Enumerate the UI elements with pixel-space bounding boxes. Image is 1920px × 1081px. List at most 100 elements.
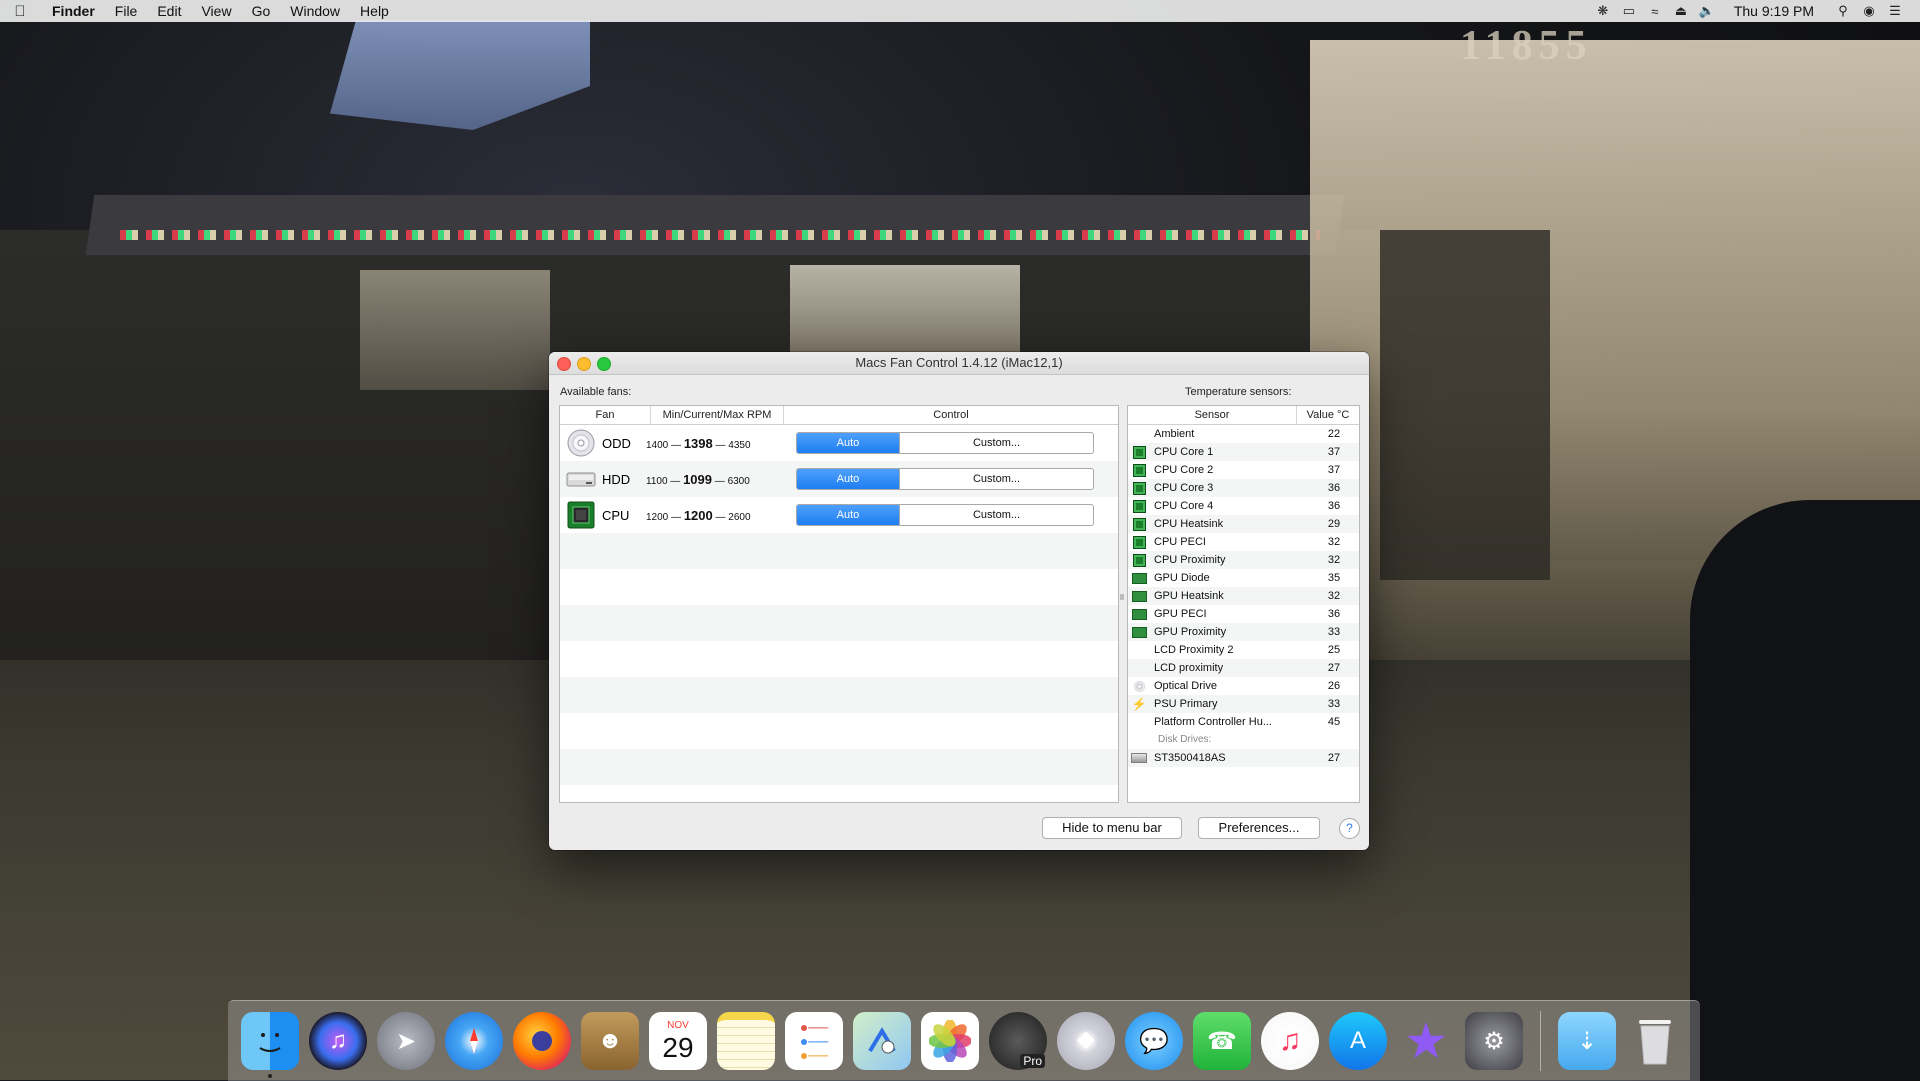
sensor-row[interactable]: LCD proximity 27 bbox=[1128, 659, 1359, 677]
auto-button[interactable]: Auto bbox=[797, 469, 899, 489]
sensor-row[interactable]: CPU Proximity 32 bbox=[1128, 551, 1359, 569]
downloads-folder-icon[interactable]: ⇣ bbox=[1558, 1012, 1616, 1070]
sensors-table: Sensor Value °C Ambient 22 CPU Core 1 37 CPU… bbox=[1127, 405, 1360, 803]
calendar-day: 29 bbox=[662, 1032, 694, 1063]
facetime-icon[interactable]: ☎ bbox=[1193, 1012, 1251, 1070]
fan-control-status-icon[interactable]: ❋ bbox=[1590, 3, 1616, 19]
sensor-row[interactable]: GPU PECI 36 bbox=[1128, 605, 1359, 623]
contacts-book-icon[interactable]: ☻ bbox=[581, 1012, 639, 1070]
sensor-value: 32 bbox=[1327, 536, 1341, 548]
imovie-star-icon[interactable]: ★ bbox=[1397, 1012, 1455, 1070]
menu-clock[interactable]: Thu 9:19 PM bbox=[1720, 3, 1830, 19]
eject-icon[interactable]: ⏏ bbox=[1668, 3, 1694, 19]
menu-window[interactable]: Window bbox=[280, 3, 350, 19]
finder-icon[interactable] bbox=[241, 1012, 299, 1078]
custom-button[interactable]: Custom... bbox=[899, 433, 1093, 453]
zoom-window-button[interactable] bbox=[597, 357, 611, 371]
sensor-value: 33 bbox=[1327, 698, 1341, 710]
photos-icon[interactable] bbox=[921, 1012, 979, 1070]
sensor-row[interactable]: Ambient 22 bbox=[1128, 425, 1359, 443]
header-rpm[interactable]: Min/Current/Max RPM bbox=[651, 406, 784, 424]
spotlight-search-icon[interactable]: ⚲ bbox=[1830, 3, 1856, 19]
menu-help[interactable]: Help bbox=[350, 3, 399, 19]
header-control[interactable]: Control bbox=[784, 406, 1118, 424]
menu-app-name[interactable]: Finder bbox=[40, 3, 105, 19]
header-fan[interactable]: Fan bbox=[560, 406, 651, 424]
sensor-row[interactable]: LCD Proximity 2 25 bbox=[1128, 641, 1359, 659]
sensor-row[interactable]: ⚡ PSU Primary 33 bbox=[1128, 695, 1359, 713]
siri-icon[interactable]: ♫ bbox=[309, 1012, 367, 1070]
sensor-row[interactable]: CPU Core 3 36 bbox=[1128, 479, 1359, 497]
siri-icon[interactable]: ◉ bbox=[1856, 3, 1882, 19]
preferences-button[interactable]: Preferences... bbox=[1198, 817, 1320, 839]
fan-row-hdd[interactable]: HDD 1100 — 1099 — 6300 Auto Custom... bbox=[560, 461, 1118, 497]
split-view-divider-handle[interactable] bbox=[1120, 594, 1124, 600]
sensor-row[interactable]: CPU Core 2 37 bbox=[1128, 461, 1359, 479]
calendar-icon[interactable]: NOV 29 bbox=[649, 1012, 707, 1070]
airplay-icon[interactable]: ▭ bbox=[1616, 3, 1642, 19]
volume-icon[interactable]: 🔈 bbox=[1694, 3, 1720, 19]
disc-utility-icon[interactable]: ❖ bbox=[1057, 1012, 1115, 1070]
sensor-icon-slot bbox=[1128, 499, 1150, 513]
wifi-icon[interactable]: ≈ bbox=[1642, 4, 1668, 19]
macs-fan-control-window: Macs Fan Control 1.4.12 (iMac12,1) Avail… bbox=[549, 352, 1369, 850]
notification-center-icon[interactable]: ☰ bbox=[1882, 3, 1908, 19]
wallpaper-car bbox=[1690, 500, 1920, 1080]
apple-menu-icon[interactable]:  bbox=[0, 3, 40, 20]
fan-rpm: 1200 — 1200 — 2600 bbox=[646, 507, 751, 523]
sensor-value: 35 bbox=[1327, 572, 1341, 584]
sensor-value: 32 bbox=[1327, 554, 1341, 566]
auto-button[interactable]: Auto bbox=[797, 433, 899, 453]
hide-to-menu-bar-button[interactable]: Hide to menu bar bbox=[1042, 817, 1182, 839]
menu-view[interactable]: View bbox=[191, 3, 241, 19]
auto-button[interactable]: Auto bbox=[797, 505, 899, 525]
safari-compass-icon[interactable] bbox=[445, 1012, 503, 1070]
fan-row-odd[interactable]: ODD 1400 — 1398 — 4350 Auto Custom... bbox=[560, 425, 1118, 461]
launchpad-rocket-icon[interactable]: ➤ bbox=[377, 1012, 435, 1070]
menu-go[interactable]: Go bbox=[242, 3, 281, 19]
maps-icon[interactable] bbox=[853, 1012, 911, 1070]
fan-name: CPU bbox=[602, 507, 630, 523]
system-preferences-gear-icon[interactable]: ⚙ bbox=[1465, 1012, 1523, 1070]
sensor-row[interactable]: GPU Heatsink 32 bbox=[1128, 587, 1359, 605]
close-window-button[interactable] bbox=[557, 357, 571, 371]
app-store-icon[interactable]: A bbox=[1329, 1012, 1387, 1070]
menu-file[interactable]: File bbox=[105, 3, 148, 19]
help-button[interactable]: ? bbox=[1339, 818, 1360, 839]
header-value[interactable]: Value °C bbox=[1297, 406, 1359, 424]
sensor-row[interactable]: Platform Controller Hu... 45 bbox=[1128, 713, 1359, 731]
sensor-name: Optical Drive bbox=[1154, 680, 1217, 692]
window-titlebar[interactable]: Macs Fan Control 1.4.12 (iMac12,1) bbox=[549, 352, 1369, 375]
sensor-row[interactable]: GPU Proximity 33 bbox=[1128, 623, 1359, 641]
cpu-chip-icon bbox=[1132, 517, 1146, 531]
firefox-icon[interactable] bbox=[513, 1012, 571, 1070]
cpu-chip-icon bbox=[1132, 481, 1146, 495]
empty-row bbox=[560, 749, 1118, 785]
sensor-row[interactable]: CPU Core 1 37 bbox=[1128, 443, 1359, 461]
header-sensor[interactable]: Sensor bbox=[1128, 406, 1297, 424]
sensor-value: 37 bbox=[1327, 446, 1341, 458]
fan-row-cpu[interactable]: CPU 1200 — 1200 — 2600 Auto Custom... bbox=[560, 497, 1118, 533]
minimize-window-button[interactable] bbox=[577, 357, 591, 371]
notes-icon[interactable] bbox=[717, 1012, 775, 1070]
sensor-icon-slot bbox=[1128, 608, 1150, 620]
menu-edit[interactable]: Edit bbox=[147, 3, 191, 19]
reminders-icon[interactable]: ●── ●── ●── bbox=[785, 1012, 843, 1070]
sensor-name: LCD proximity bbox=[1154, 662, 1224, 674]
fans-table: Fan Min/Current/Max RPM Control ODD 1400… bbox=[559, 405, 1119, 803]
trash-icon[interactable] bbox=[1626, 1012, 1684, 1070]
messages-icon[interactable]: 💬 bbox=[1125, 1012, 1183, 1070]
custom-button[interactable]: Custom... bbox=[899, 469, 1093, 489]
sensor-row[interactable]: CPU Heatsink 29 bbox=[1128, 515, 1359, 533]
sensor-row[interactable]: GPU Diode 35 bbox=[1128, 569, 1359, 587]
dvd-player-pro-icon[interactable]: Pro bbox=[989, 1012, 1047, 1070]
sensor-value: 45 bbox=[1327, 716, 1341, 728]
custom-button[interactable]: Custom... bbox=[899, 505, 1093, 525]
itunes-music-icon[interactable]: ♫ bbox=[1261, 1012, 1319, 1070]
sensor-row[interactable]: Optical Drive 26 bbox=[1128, 677, 1359, 695]
dock-separator bbox=[1540, 1011, 1541, 1071]
sensor-row[interactable]: CPU PECI 32 bbox=[1128, 533, 1359, 551]
disk-row[interactable]: ST3500418AS 27 bbox=[1128, 749, 1359, 767]
sensor-name: CPU Core 3 bbox=[1154, 482, 1214, 494]
sensor-row[interactable]: CPU Core 4 36 bbox=[1128, 497, 1359, 515]
